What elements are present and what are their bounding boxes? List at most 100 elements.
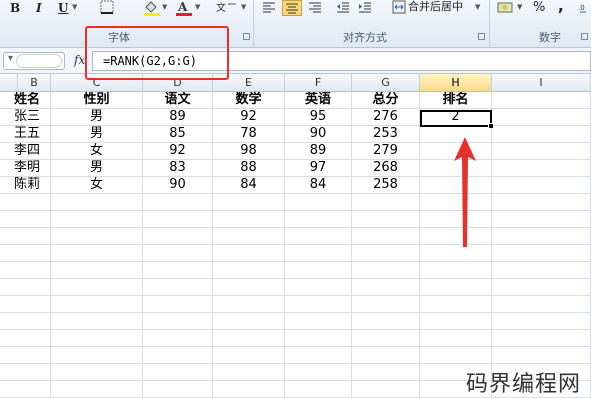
align-left-icon[interactable] <box>262 0 276 16</box>
cell-chinese[interactable]: 92 <box>143 143 213 160</box>
empty-cell[interactable] <box>285 279 352 296</box>
empty-cell[interactable] <box>213 364 285 381</box>
empty-cell[interactable] <box>0 313 51 330</box>
cell-math[interactable]: 88 <box>213 160 285 177</box>
empty-cell[interactable] <box>213 228 285 245</box>
name-box-dropdown-icon[interactable]: ▾ <box>8 53 13 64</box>
cell-gender[interactable]: 男 <box>51 109 143 126</box>
empty-cell[interactable] <box>213 279 285 296</box>
empty-cell[interactable] <box>143 194 213 211</box>
cell-math[interactable]: 98 <box>213 143 285 160</box>
empty-cell[interactable] <box>285 347 352 364</box>
empty-cell[interactable] <box>420 262 492 279</box>
cell-english[interactable]: 95 <box>285 109 352 126</box>
empty-cell[interactable] <box>492 92 591 109</box>
empty-cell[interactable] <box>143 347 213 364</box>
empty-cell[interactable] <box>51 330 143 347</box>
empty-cell[interactable] <box>492 177 591 194</box>
empty-cell[interactable] <box>213 211 285 228</box>
decrease-indent-icon[interactable] <box>336 0 350 16</box>
empty-cell[interactable] <box>492 347 591 364</box>
empty-cell[interactable] <box>352 245 420 262</box>
borders-icon[interactable] <box>100 0 114 16</box>
empty-cell[interactable] <box>51 245 143 262</box>
empty-cell[interactable] <box>420 347 492 364</box>
header-cell-total[interactable]: 总分 <box>352 92 420 109</box>
column-header-f[interactable]: F <box>285 74 352 92</box>
header-cell-english[interactable]: 英语 <box>285 92 352 109</box>
empty-cell[interactable] <box>0 262 51 279</box>
empty-cell[interactable] <box>285 211 352 228</box>
percent-button[interactable]: % <box>533 0 545 16</box>
empty-cell[interactable] <box>492 296 591 313</box>
empty-cell[interactable] <box>285 381 352 398</box>
fill-color-dropdown-icon[interactable]: ▼ <box>162 3 167 11</box>
empty-cell[interactable] <box>143 330 213 347</box>
empty-cell[interactable] <box>51 262 143 279</box>
empty-cell[interactable] <box>143 245 213 262</box>
empty-cell[interactable] <box>143 211 213 228</box>
empty-cell[interactable] <box>492 143 591 160</box>
empty-cell[interactable] <box>143 296 213 313</box>
empty-cell[interactable] <box>0 381 51 398</box>
empty-cell[interactable] <box>213 330 285 347</box>
cell-name[interactable]: 李明 <box>0 160 51 177</box>
number-dialog-launcher-icon[interactable] <box>581 33 588 40</box>
empty-cell[interactable] <box>492 313 591 330</box>
empty-cell[interactable] <box>285 262 352 279</box>
empty-cell[interactable] <box>285 364 352 381</box>
fill-color-icon[interactable] <box>143 0 161 16</box>
empty-cell[interactable] <box>213 347 285 364</box>
header-cell-chinese[interactable]: 语文 <box>143 92 213 109</box>
underline-dropdown-icon[interactable]: ▼ <box>72 3 77 11</box>
cell-name[interactable]: 李四 <box>0 143 51 160</box>
cell-name[interactable]: 陈莉 <box>0 177 51 194</box>
empty-cell[interactable] <box>352 296 420 313</box>
cell-chinese[interactable]: 85 <box>143 126 213 143</box>
empty-cell[interactable] <box>352 211 420 228</box>
phonetic-dropdown-icon[interactable]: ▼ <box>241 3 246 11</box>
font-dialog-launcher-icon[interactable] <box>243 33 250 40</box>
empty-cell[interactable] <box>492 279 591 296</box>
header-cell-math[interactable]: 数学 <box>213 92 285 109</box>
empty-cell[interactable] <box>143 364 213 381</box>
empty-cell[interactable] <box>51 211 143 228</box>
column-header-i[interactable]: I <box>492 74 591 92</box>
cell-name[interactable]: 王五 <box>0 126 51 143</box>
cell-total[interactable]: 253 <box>352 126 420 143</box>
fill-handle[interactable] <box>488 123 494 129</box>
empty-cell[interactable] <box>420 330 492 347</box>
cell-math[interactable]: 84 <box>213 177 285 194</box>
underline-button[interactable]: U <box>58 0 68 17</box>
cell-gender[interactable]: 男 <box>51 160 143 177</box>
empty-cell[interactable] <box>143 279 213 296</box>
empty-cell[interactable] <box>420 296 492 313</box>
empty-cell[interactable] <box>51 279 143 296</box>
empty-cell[interactable] <box>213 313 285 330</box>
header-cell-name[interactable]: 姓名 <box>0 92 51 109</box>
empty-cell[interactable] <box>0 194 51 211</box>
empty-cell[interactable] <box>213 381 285 398</box>
cell-math[interactable]: 78 <box>213 126 285 143</box>
empty-cell[interactable] <box>285 313 352 330</box>
cell-math[interactable]: 92 <box>213 109 285 126</box>
cell-gender[interactable]: 女 <box>51 143 143 160</box>
increase-decimal-icon[interactable]: .0 <box>578 0 591 16</box>
empty-cell[interactable] <box>352 381 420 398</box>
merge-center-dropdown-icon[interactable]: ▼ <box>475 3 480 11</box>
empty-cell[interactable] <box>492 330 591 347</box>
empty-cell[interactable] <box>0 279 51 296</box>
empty-cell[interactable] <box>285 228 352 245</box>
insert-function-icon[interactable]: fx <box>74 53 85 67</box>
empty-cell[interactable] <box>420 279 492 296</box>
empty-cell[interactable] <box>492 211 591 228</box>
phonetic-icon[interactable]: 文 <box>216 0 238 16</box>
merge-center-icon[interactable] <box>392 0 406 16</box>
empty-cell[interactable] <box>492 109 591 126</box>
header-cell-gender[interactable]: 性别 <box>51 92 143 109</box>
empty-cell[interactable] <box>143 313 213 330</box>
empty-cell[interactable] <box>352 279 420 296</box>
cell-chinese[interactable]: 89 <box>143 109 213 126</box>
empty-cell[interactable] <box>492 194 591 211</box>
empty-cell[interactable] <box>0 211 51 228</box>
